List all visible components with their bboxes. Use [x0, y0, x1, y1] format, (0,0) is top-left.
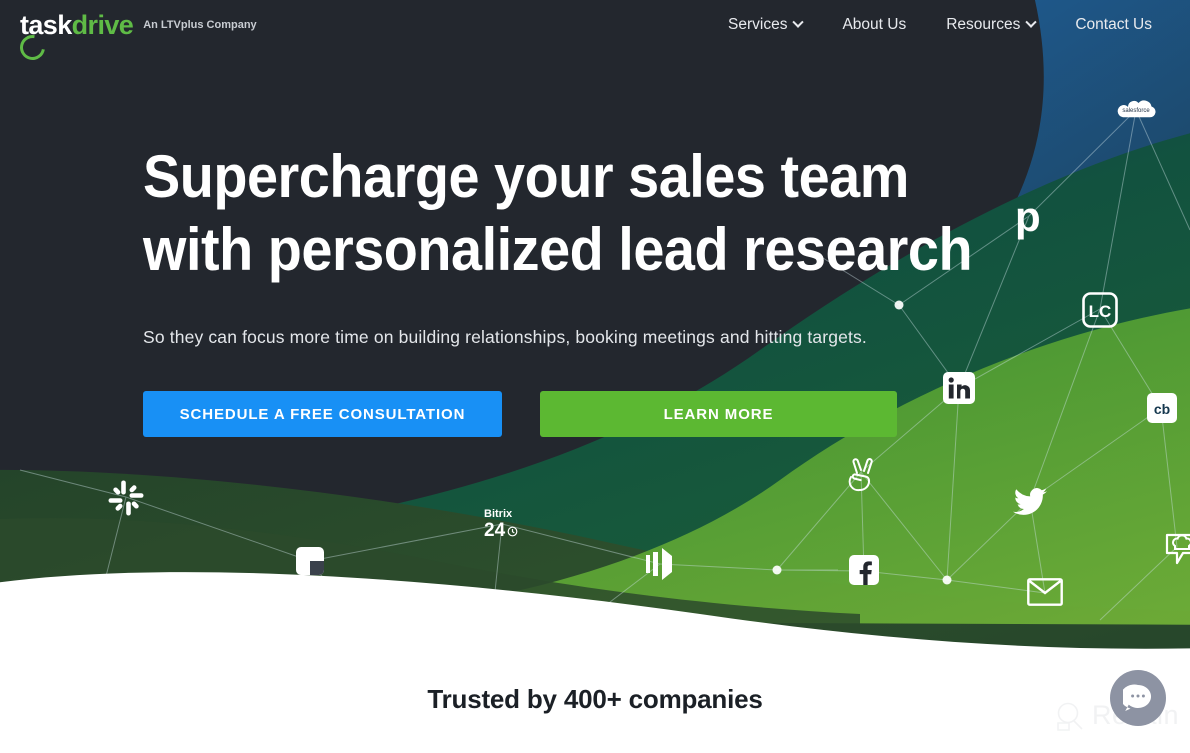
nav-item-about-us-label: About Us: [842, 16, 907, 33]
asana-square-icon: [296, 547, 324, 580]
pipedrive-p-icon: p: [1015, 196, 1041, 238]
svg-text:salesforce: salesforce: [1122, 108, 1150, 114]
site-logo[interactable]: taskdrive An LTVplus Company: [15, 10, 257, 65]
svg-text:cb: cb: [1154, 401, 1170, 417]
logo-word-drive: drive: [71, 10, 134, 40]
schedule-consultation-button[interactable]: SCHEDULE A FREE CONSULTATION: [143, 391, 502, 437]
page-title: Supercharge your sales team with persona…: [143, 140, 973, 286]
learn-more-button[interactable]: LEARN MORE: [540, 391, 897, 437]
nav-links: Services About Us Resources Contact Us: [708, 12, 1172, 38]
svg-text:LC: LC: [1089, 302, 1112, 321]
chefhat-bubble-icon: [1165, 533, 1190, 572]
trusted-by-heading: Trusted by 400+ companies: [427, 684, 763, 714]
top-navigation: taskdrive An LTVplus Company Services Ab…: [0, 0, 1190, 65]
nav-item-contact-us-label: Contact Us: [1075, 16, 1152, 33]
headline-line-2: with personalized lead research: [143, 216, 973, 283]
pipedrive-p-letter: p: [1015, 193, 1041, 240]
slack-icon: [108, 480, 144, 521]
livechat-lc-icon: LC: [1082, 292, 1118, 333]
nav-item-about-us[interactable]: About Us: [822, 12, 926, 38]
nav-item-services[interactable]: Services: [708, 12, 822, 38]
headline-line-1: Supercharge your sales team: [143, 143, 909, 210]
nav-item-resources[interactable]: Resources: [926, 12, 1055, 38]
bitrix24-icon: Bitrix 24: [484, 508, 518, 541]
hero-cta-row: SCHEDULE A FREE CONSULTATION LEARN MORE: [143, 391, 943, 437]
angellist-icon: [845, 455, 879, 498]
chevron-down-icon: [792, 16, 805, 28]
email-envelope-icon: [1027, 578, 1063, 611]
salesforce-cloud-icon: salesforce: [1114, 95, 1158, 128]
chevron-down-icon: [1025, 16, 1037, 28]
nav-item-resources-label: Resources: [946, 16, 1021, 33]
nav-item-contact-us[interactable]: Contact Us: [1055, 12, 1172, 38]
logo-tagline: An LTVplus Company: [143, 19, 257, 31]
chat-bubble-icon: [1123, 684, 1152, 711]
crunchbase-cb-icon: cb: [1147, 393, 1177, 428]
bitrix24-clock-icon: [507, 526, 518, 536]
linkedin-icon: [943, 372, 975, 409]
hero-subheading: So they can focus more time on building …: [143, 327, 867, 347]
hero-content: Supercharge your sales team with persona…: [143, 140, 973, 437]
page-root: salesforce p LC cb Bitrix 24 taskdrive A…: [0, 0, 1190, 753]
nav-item-services-label: Services: [728, 16, 788, 33]
chat-widget-button[interactable]: [1110, 670, 1166, 726]
pipedrive-bars-icon: [646, 548, 676, 585]
bitrix24-line2: 24: [484, 520, 506, 541]
twitter-bird-icon: [1012, 487, 1048, 522]
facebook-icon: [849, 555, 879, 590]
